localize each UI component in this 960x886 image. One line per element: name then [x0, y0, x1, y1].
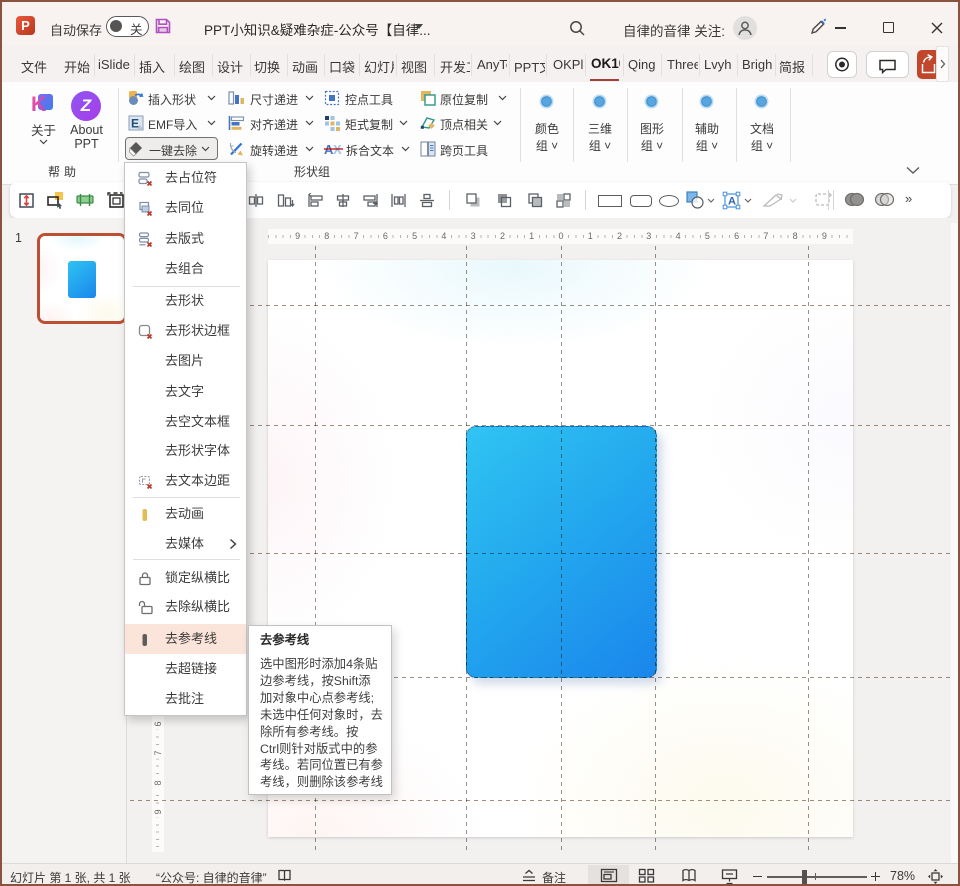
svg-text:A: A — [728, 196, 736, 208]
svg-text:K: K — [31, 93, 46, 116]
